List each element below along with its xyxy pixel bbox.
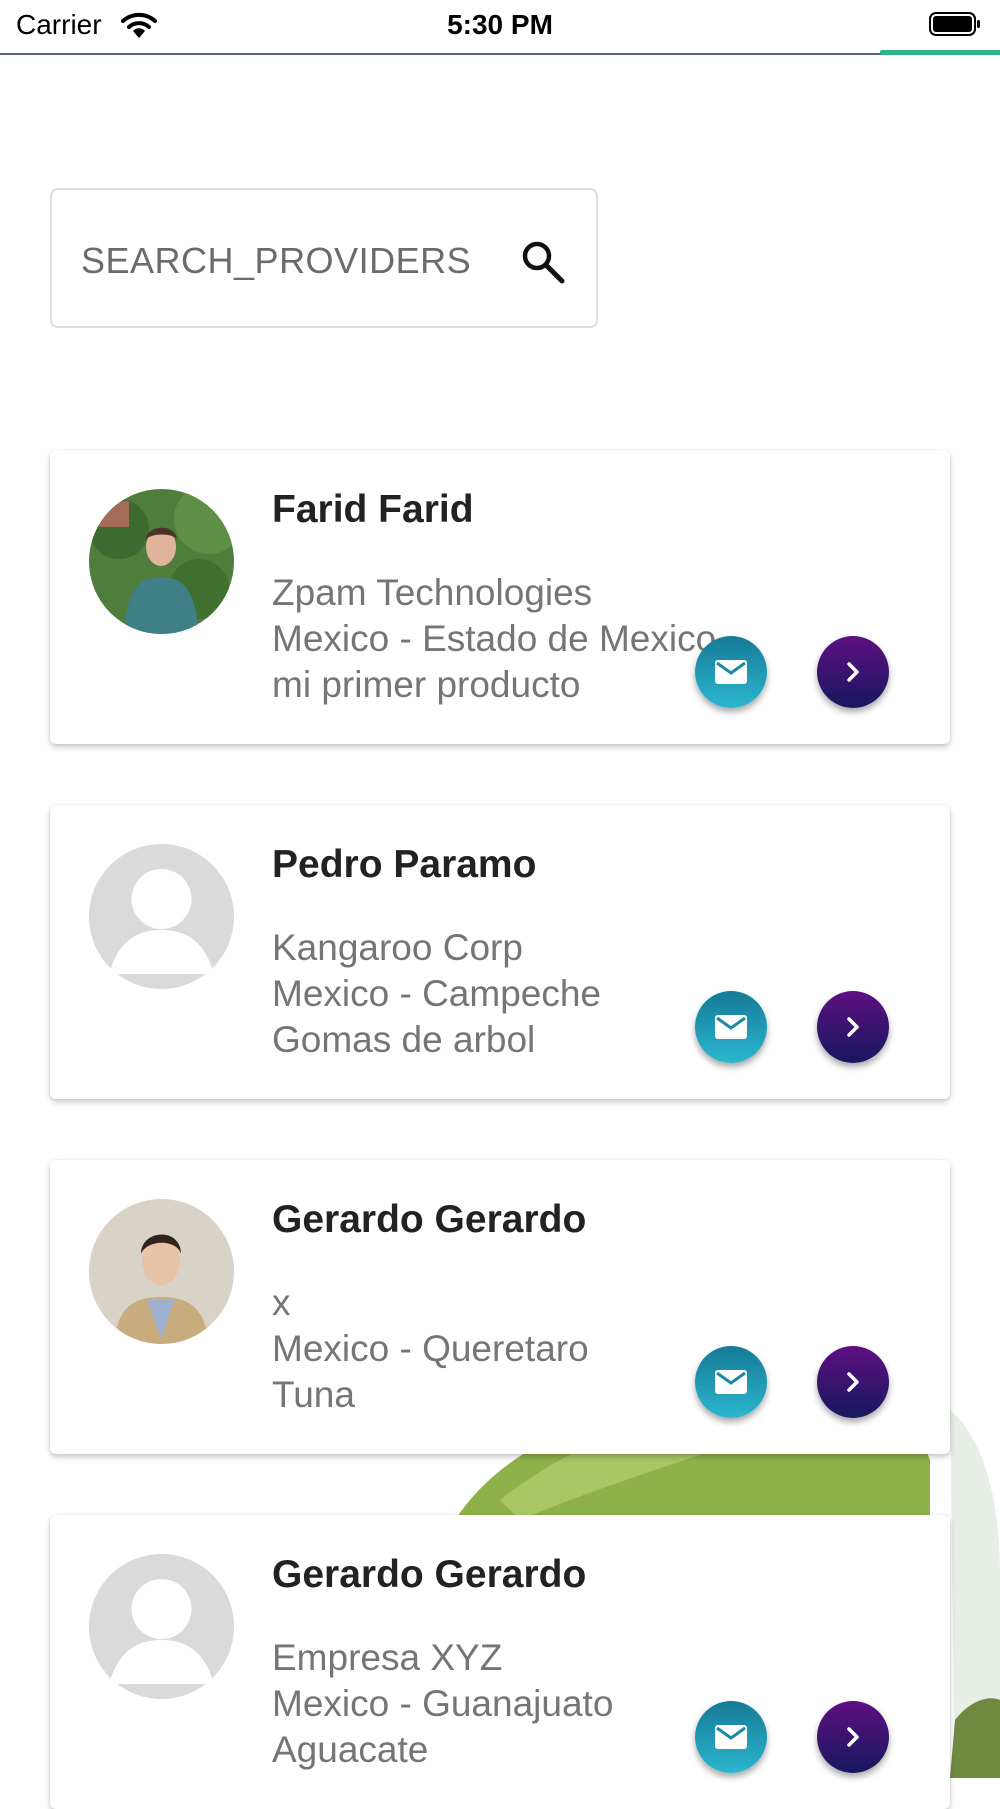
user-placeholder-icon xyxy=(89,1554,234,1699)
status-divider xyxy=(0,53,1000,55)
mail-icon xyxy=(715,1015,747,1039)
mail-icon xyxy=(715,1725,747,1749)
provider-details: Empresa XYZ Mexico - Guanajuato Aguacate xyxy=(272,1635,613,1773)
chevron-right-icon xyxy=(847,1017,859,1037)
chevron-right-icon xyxy=(847,1727,859,1747)
provider-company: x xyxy=(272,1282,291,1323)
status-accent-bar xyxy=(880,50,1000,55)
provider-details: Kangaroo Corp Mexico - Campeche Gomas de… xyxy=(272,925,601,1063)
mail-icon xyxy=(715,660,747,684)
search-placeholder: SEARCH_PROVIDERS xyxy=(81,240,472,281)
provider-avatar-placeholder xyxy=(89,844,234,989)
mail-button[interactable] xyxy=(695,1346,767,1418)
provider-location: Mexico - Queretaro xyxy=(272,1328,589,1369)
provider-name: Gerardo Gerardo xyxy=(272,1198,587,1241)
provider-location: Mexico - Campeche xyxy=(272,973,602,1014)
provider-card[interactable]: Gerardo Gerardo Empresa XYZ Mexico - Gua… xyxy=(50,1515,950,1809)
provider-avatar-photo xyxy=(89,1199,234,1344)
mail-button[interactable] xyxy=(695,1701,767,1773)
provider-avatar-placeholder xyxy=(89,1554,234,1699)
provider-name: Farid Farid xyxy=(272,488,474,531)
status-bar: Carrier 5:30 PM xyxy=(0,0,1000,52)
provider-product: Gomas de arbol xyxy=(272,1019,536,1060)
mail-button[interactable] xyxy=(695,636,767,708)
provider-product: Tuna xyxy=(272,1374,355,1415)
provider-product: mi primer producto xyxy=(272,664,581,705)
view-provider-button[interactable] xyxy=(817,636,889,708)
provider-details: x Mexico - Queretaro Tuna xyxy=(272,1280,589,1418)
provider-details: Zpam Technologies Mexico - Estado de Mex… xyxy=(272,570,716,708)
view-provider-button[interactable] xyxy=(817,991,889,1063)
provider-card[interactable]: Gerardo Gerardo x Mexico - Queretaro Tun… xyxy=(50,1160,950,1454)
provider-company: Zpam Technologies xyxy=(272,572,593,613)
provider-card[interactable]: Pedro Paramo Kangaroo Corp Mexico - Camp… xyxy=(50,805,950,1099)
search-input[interactable]: SEARCH_PROVIDERS xyxy=(50,188,598,328)
provider-name: Pedro Paramo xyxy=(272,843,537,886)
view-provider-button[interactable] xyxy=(817,1346,889,1418)
mail-button[interactable] xyxy=(695,991,767,1063)
view-provider-button[interactable] xyxy=(817,1701,889,1773)
provider-name: Gerardo Gerardo xyxy=(272,1553,587,1596)
user-placeholder-icon xyxy=(89,844,234,989)
battery-icon xyxy=(929,12,981,36)
provider-location: Mexico - Guanajuato xyxy=(272,1683,614,1724)
provider-company: Empresa XYZ xyxy=(272,1637,503,1678)
chevron-right-icon xyxy=(847,1372,859,1392)
search-icon[interactable] xyxy=(520,239,566,285)
provider-card[interactable]: Farid Farid Zpam Technologies Mexico - E… xyxy=(50,450,950,744)
provider-product: Aguacate xyxy=(272,1729,429,1770)
mail-icon xyxy=(715,1370,747,1394)
provider-company: Kangaroo Corp xyxy=(272,927,523,968)
provider-avatar-photo xyxy=(89,489,234,634)
provider-location: Mexico - Estado de Mexico xyxy=(272,618,717,659)
status-time: 5:30 PM xyxy=(447,9,553,40)
chevron-right-icon xyxy=(847,662,859,682)
